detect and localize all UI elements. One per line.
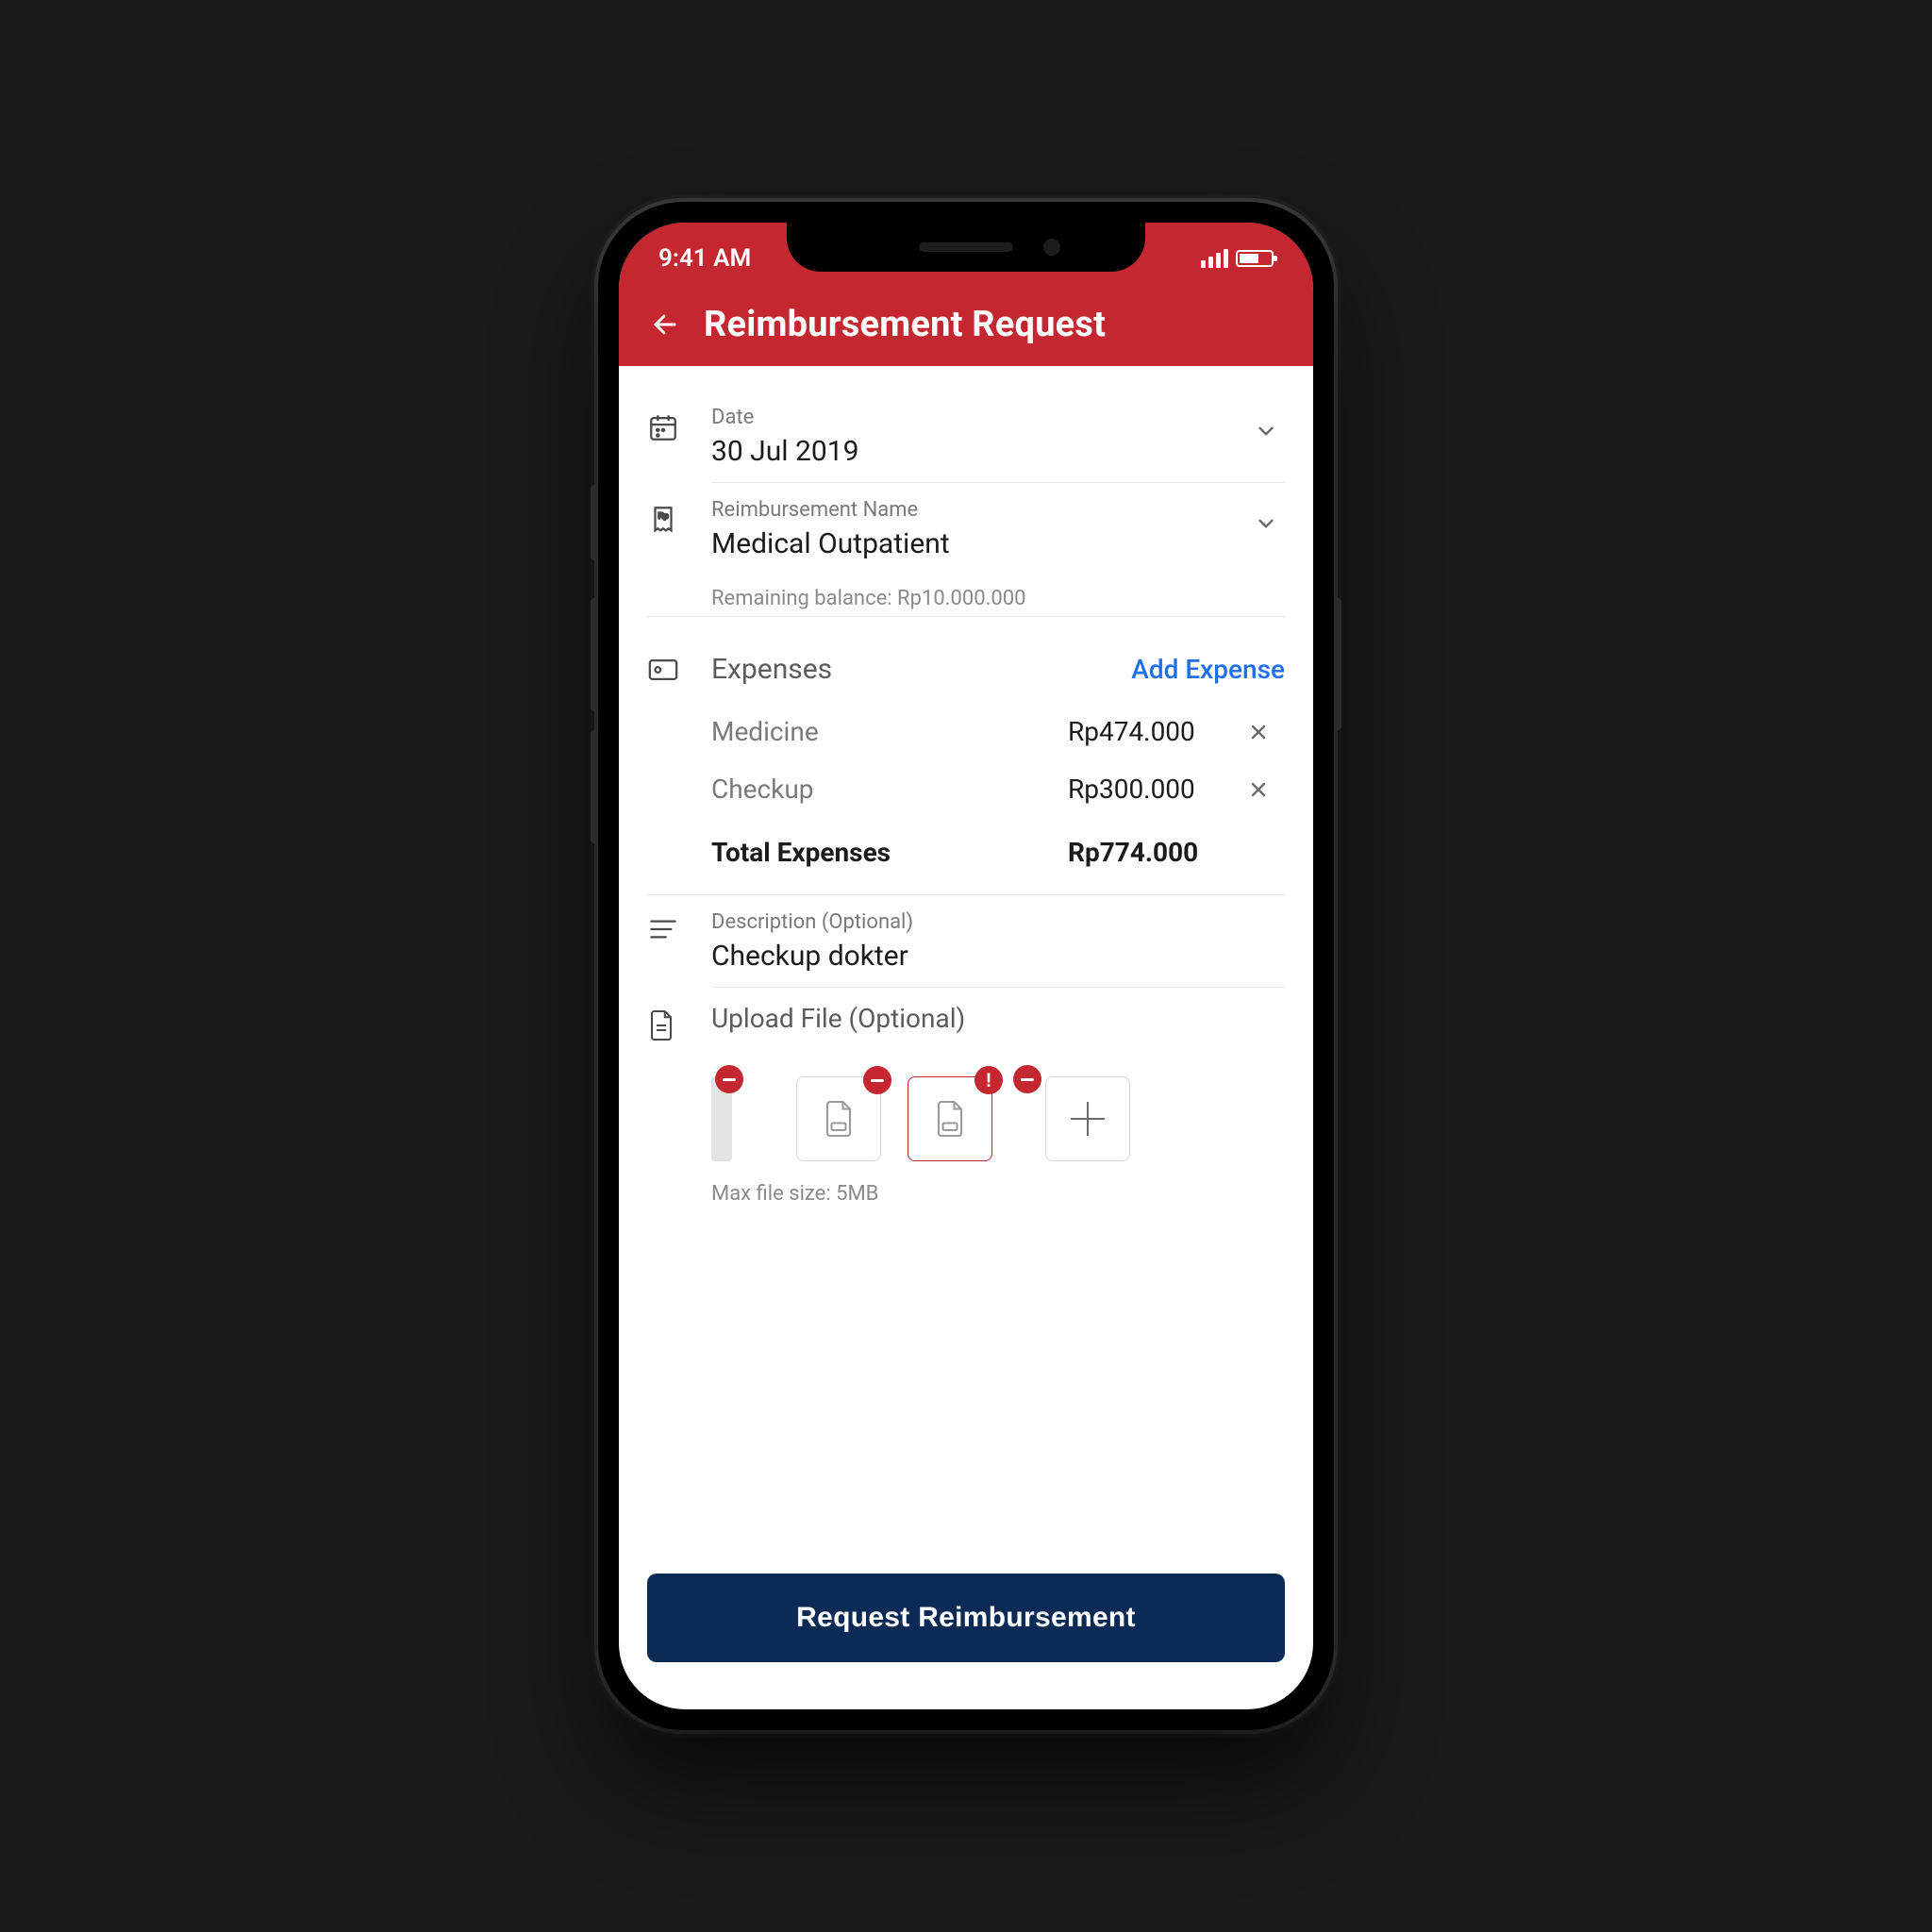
calendar-icon — [647, 406, 687, 443]
zip-icon — [933, 1098, 967, 1140]
signal-icon — [1201, 249, 1228, 268]
total-label: Total Expenses — [711, 837, 1068, 868]
reimb-value: Medical Outpatient — [711, 527, 1223, 560]
expenses-section-header: Expenses Add Expense — [647, 625, 1285, 703]
expense-row: Medicine Rp474.000 — [711, 703, 1285, 760]
expenses-title: Expenses — [711, 653, 1107, 686]
page-title: Reimbursement Request — [704, 304, 1106, 345]
expense-list: Medicine Rp474.000 Checkup Rp300.000 Tot… — [647, 703, 1285, 894]
remove-file-button[interactable] — [863, 1066, 891, 1094]
close-icon — [1247, 778, 1270, 801]
expense-name: Checkup — [711, 774, 1068, 805]
phone-frame: 9:41 AM Reimbursement Request — [598, 202, 1334, 1730]
description-value: Checkup dokter — [711, 940, 1285, 973]
description-row[interactable]: Description (Optional) Checkup dokter — [647, 894, 1285, 988]
date-value: 30 Jul 2019 — [711, 435, 1223, 468]
delete-expense-button[interactable] — [1247, 721, 1285, 743]
upload-area: ! Max file size: 5MB — [647, 1046, 1285, 1213]
date-row[interactable]: Date 30 Jul 2019 — [647, 391, 1285, 483]
total-amount: Rp774.000 — [1068, 837, 1285, 868]
submit-button[interactable]: Request Reimbursement — [647, 1574, 1285, 1662]
svg-text:Rp: Rp — [658, 511, 669, 521]
description-label: Description (Optional) — [711, 910, 1285, 934]
back-button[interactable] — [649, 308, 681, 341]
chevron-down-icon — [1247, 406, 1285, 443]
status-time: 9:41 AM — [658, 244, 751, 273]
add-expense-link[interactable]: Add Expense — [1131, 654, 1285, 685]
reimb-label: Reimbursement Name — [711, 498, 1223, 522]
remove-file-button[interactable] — [715, 1065, 743, 1093]
delete-expense-button[interactable] — [1247, 778, 1285, 801]
remaining-balance: Remaining balance: Rp10.000.000 — [647, 575, 1285, 617]
pdf-icon — [822, 1098, 856, 1140]
footer: Request Reimbursement — [619, 1551, 1313, 1709]
wallet-icon — [647, 657, 687, 683]
notch — [787, 223, 1145, 272]
file-error-badge: ! — [974, 1066, 1003, 1094]
chevron-down-icon — [1247, 498, 1285, 536]
expense-amount: Rp300.000 — [1068, 774, 1247, 805]
reimb-name-row[interactable]: Rp Reimbursement Name Medical Outpatient — [647, 483, 1285, 575]
date-label: Date — [711, 406, 1223, 429]
close-icon — [1247, 721, 1270, 743]
expense-name: Medicine — [711, 716, 1068, 747]
upload-label: Upload File (Optional) — [711, 1003, 1285, 1034]
file-thumbnail-image[interactable] — [711, 1076, 732, 1161]
back-arrow-icon — [651, 310, 679, 339]
file-icon — [647, 1003, 687, 1042]
text-lines-icon — [647, 910, 687, 942]
expense-row: Checkup Rp300.000 — [711, 760, 1285, 818]
battery-icon — [1236, 250, 1274, 267]
status-right — [1201, 249, 1274, 268]
file-size-hint: Max file size: 5MB — [711, 1182, 1285, 1206]
add-file-button[interactable] — [1045, 1076, 1130, 1161]
total-row: Total Expenses Rp774.000 — [711, 818, 1285, 894]
file-thumbnail-zip-error[interactable]: ! — [908, 1076, 992, 1161]
plus-icon — [1071, 1102, 1105, 1136]
file-thumbnail-pdf[interactable] — [796, 1076, 881, 1161]
content: Date 30 Jul 2019 Rp Reimbursement Name M… — [619, 366, 1313, 1551]
remove-file-button[interactable] — [1013, 1065, 1041, 1093]
receipt-icon: Rp — [647, 498, 687, 536]
upload-row: Upload File (Optional) — [647, 988, 1285, 1046]
screen: 9:41 AM Reimbursement Request — [619, 223, 1313, 1709]
expense-amount: Rp474.000 — [1068, 716, 1247, 747]
